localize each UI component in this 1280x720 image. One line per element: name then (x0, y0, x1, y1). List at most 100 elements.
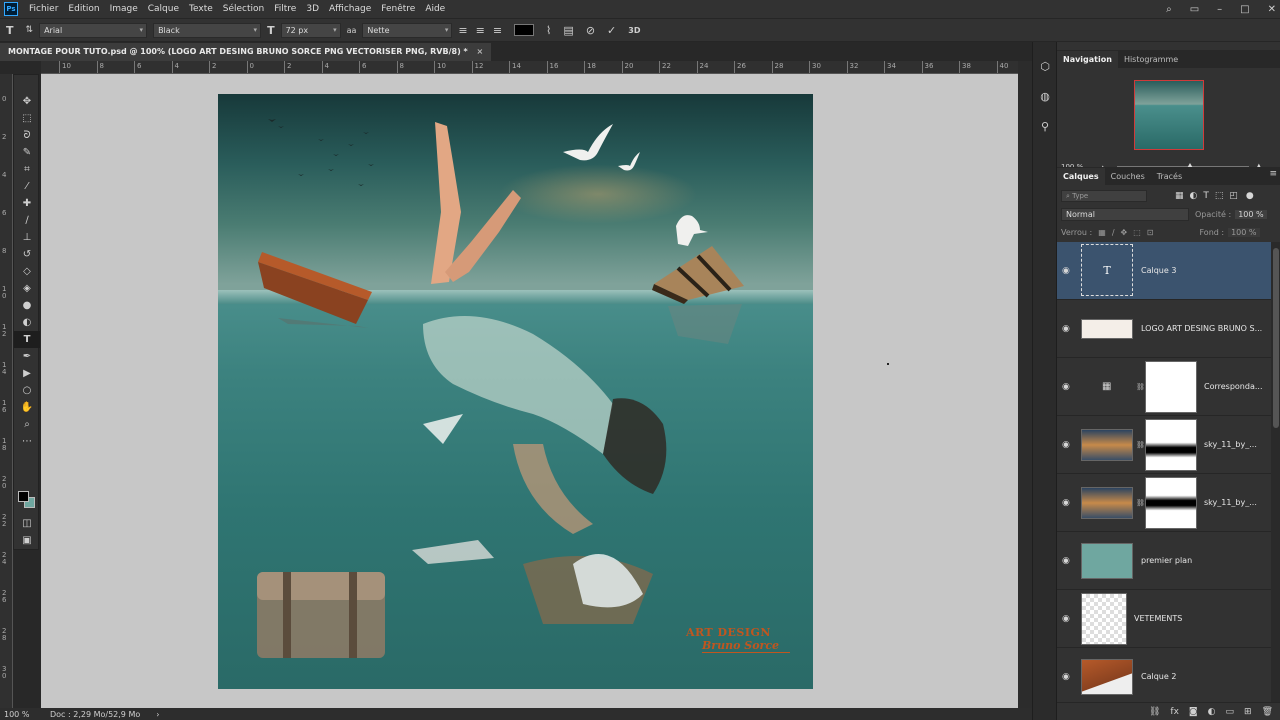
menu-affichage[interactable]: Affichage (324, 0, 376, 18)
adjustments-panel-icon[interactable]: ◍ (1033, 84, 1057, 108)
blend-mode-select[interactable]: Normal (1061, 207, 1189, 221)
3d-button[interactable]: 3D (628, 26, 640, 35)
mask-link-icon[interactable]: ⛓ (1136, 383, 1145, 391)
layer-filter-select[interactable]: ⌕ Type (1061, 190, 1147, 202)
layer-row[interactable]: ◉ VETEMENTS (1057, 590, 1271, 648)
sky-layer-thumbnail[interactable] (1081, 486, 1133, 519)
type-tool-icon[interactable]: T (14, 331, 40, 348)
opacity-input[interactable]: 100 % (1235, 209, 1267, 219)
lock-paint-icon[interactable]: ∕ (1112, 228, 1115, 237)
visibility-eye-icon[interactable]: ◉ (1062, 440, 1070, 450)
tab-navigation[interactable]: Navigation (1057, 51, 1118, 68)
crop-tool-icon[interactable]: ⌗ (14, 161, 40, 178)
delete-layer-icon[interactable]: 🗑 (1262, 707, 1273, 717)
quick-selection-tool-icon[interactable]: ✎ (14, 144, 40, 161)
screen-mode-icon[interactable]: ▣ (14, 532, 40, 549)
layer-row[interactable]: ◉ ⛓ sky_11_by_... (1057, 474, 1271, 532)
layer-row[interactable]: ◉ ⛓ sky_11_by_... (1057, 416, 1271, 474)
menu-edition[interactable]: Edition (63, 0, 104, 18)
new-group-icon[interactable]: ▭ (1226, 707, 1235, 717)
text-tool-preset-icon[interactable]: T (6, 24, 14, 37)
workspace-icon[interactable]: ▭ (1190, 4, 1199, 15)
minimize-icon[interactable]: – (1217, 4, 1222, 15)
paint-bucket-tool-icon[interactable]: ◈ (14, 280, 40, 297)
layer-name[interactable]: Corresponda... (1204, 382, 1264, 391)
hand-tool-icon[interactable]: ✋ (14, 399, 40, 416)
status-arrow-icon[interactable]: › (156, 710, 159, 719)
menu-aide[interactable]: Aide (420, 0, 450, 18)
visibility-eye-icon[interactable]: ◉ (1062, 382, 1070, 392)
canvas-workspace[interactable]: ART DESIGN Bruno Sorce (41, 74, 1018, 708)
visibility-eye-icon[interactable]: ◉ (1062, 614, 1070, 624)
layer-name[interactable]: LOGO ART DESING BRUNO S... (1141, 324, 1265, 333)
antialias-select[interactable]: Nette (362, 22, 453, 38)
close-tab-icon[interactable]: × (477, 47, 484, 56)
visibility-eye-icon[interactable]: ◉ (1062, 324, 1070, 334)
document-tab[interactable]: MONTAGE POUR TUTO.psd @ 100% (LOGO ART D… (0, 43, 492, 61)
move-tool-icon[interactable]: ✥ (14, 93, 40, 110)
text-color-swatch[interactable] (514, 24, 535, 36)
close-icon[interactable]: ✕ (1268, 4, 1276, 15)
filter-pixel-icon[interactable]: ▦ (1175, 191, 1184, 201)
add-mask-icon[interactable]: ◙ (1189, 707, 1198, 717)
foreground-color-swatch[interactable] (18, 491, 29, 502)
menu-3d[interactable]: 3D (301, 0, 324, 18)
eyedropper-tool-icon[interactable]: ⁄ (14, 178, 40, 195)
cancel-icon[interactable]: ⊘ (586, 24, 595, 37)
layer-name[interactable]: sky_11_by_... (1204, 498, 1264, 507)
font-size-select[interactable]: 72 px (280, 22, 341, 38)
menu-calque[interactable]: Calque (143, 0, 184, 18)
text-layer-thumbnail[interactable]: T (1081, 244, 1133, 296)
vertical-scrollbar[interactable] (1018, 61, 1032, 708)
filter-adjust-icon[interactable]: ◐ (1190, 191, 1198, 201)
chest-layer-thumbnail[interactable] (1081, 658, 1133, 695)
layer-row[interactable]: ◉ Calque 2 (1057, 648, 1271, 702)
learn-panel-icon[interactable]: ⚲ (1033, 114, 1057, 138)
lock-artboard-icon[interactable]: ⬚ (1133, 228, 1141, 237)
maximize-icon[interactable]: □ (1240, 4, 1249, 15)
layer-style-icon[interactable]: fx (1170, 707, 1179, 717)
zoom-tool-icon[interactable]: ⌕ (14, 416, 40, 433)
text-orientation-icon[interactable]: ⇅ (26, 25, 34, 35)
layer-row[interactable]: ◉ LOGO ART DESING BRUNO S... (1057, 300, 1271, 358)
search-icon[interactable]: ⌕ (1166, 4, 1172, 15)
warp-text-icon[interactable]: ⌇ (546, 24, 551, 37)
quick-mask-icon[interactable]: ◫ (14, 515, 40, 532)
marquee-tool-icon[interactable]: ⬚ (14, 110, 40, 127)
commit-icon[interactable]: ✓ (607, 24, 616, 37)
art-design-logo[interactable]: ART DESIGN Bruno Sorce (686, 626, 798, 666)
layer-row[interactable]: ◉ ▦ ⛓ Corresponda... (1057, 358, 1271, 416)
menu-image[interactable]: Image (105, 0, 143, 18)
shape-tool-icon[interactable]: ○ (14, 382, 40, 399)
filter-text-icon[interactable]: T (1203, 191, 1209, 201)
healing-brush-tool-icon[interactable]: ✚ (14, 195, 40, 212)
fill-input[interactable]: 100 % (1228, 227, 1260, 237)
tab-traces[interactable]: Tracés (1151, 168, 1188, 185)
clothes-layer-thumbnail[interactable] (1081, 592, 1127, 645)
lock-pixels-icon[interactable]: ▦ (1098, 228, 1106, 237)
visibility-eye-icon[interactable]: ◉ (1062, 266, 1070, 276)
tab-calques[interactable]: Calques (1057, 168, 1105, 185)
sky-layer-thumbnail[interactable] (1081, 428, 1133, 461)
align-left-icon[interactable]: ≡ (458, 24, 467, 37)
lasso-tool-icon[interactable]: ᘐ (14, 127, 40, 144)
layer-row[interactable]: ◉ T Calque 3 (1057, 242, 1271, 300)
solid-layer-thumbnail[interactable] (1081, 542, 1133, 579)
panel-menu-icon[interactable]: ≡ (1269, 169, 1277, 179)
menu-selection[interactable]: Sélection (218, 0, 269, 18)
3d-panel-icon[interactable]: ⬡ (1033, 54, 1057, 78)
layers-scrollbar[interactable] (1271, 242, 1280, 702)
character-panel-icon[interactable]: ▤ (563, 24, 573, 37)
visibility-eye-icon[interactable]: ◉ (1062, 498, 1070, 508)
menu-filtre[interactable]: Filtre (269, 0, 301, 18)
navigator-thumbnail[interactable] (1134, 80, 1204, 150)
lock-all-icon[interactable]: ⊡ (1147, 228, 1154, 237)
layer-name[interactable]: VETEMENTS (1134, 614, 1182, 623)
eraser-tool-icon[interactable]: ◇ (14, 263, 40, 280)
filter-smart-icon[interactable]: ◰ (1229, 191, 1238, 201)
font-style-select[interactable]: Black (153, 22, 262, 38)
blur-tool-icon[interactable]: ● (14, 297, 40, 314)
new-adjustment-icon[interactable]: ◐ (1208, 707, 1216, 717)
layer-mask-thumbnail[interactable] (1145, 476, 1197, 529)
more-tools-icon[interactable]: ⋯ (14, 433, 40, 450)
